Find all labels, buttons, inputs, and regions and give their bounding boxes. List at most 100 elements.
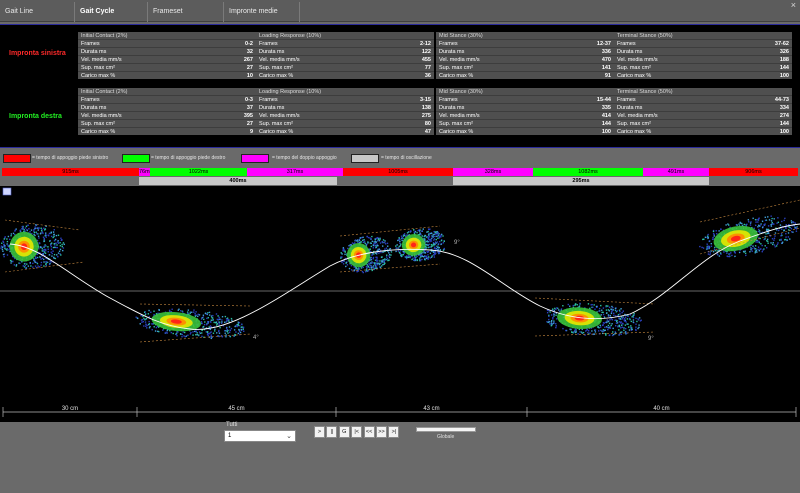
phase-row: Sup. max cm² 144 xyxy=(436,119,614,127)
axis-guide-line xyxy=(139,303,251,307)
phase-title: Mid Stance (30%) xyxy=(439,33,483,39)
footprint-pressure-map xyxy=(135,308,245,340)
distance-label: 40 cm xyxy=(653,406,669,412)
phase-row-label: Carico max % xyxy=(439,129,474,135)
phase-row: Frames 0-2 xyxy=(78,39,256,47)
phase-row-label: Carico max % xyxy=(617,73,652,79)
phase-row: Sup. max cm² 80 xyxy=(256,119,434,127)
last-frame-button[interactable]: >| xyxy=(388,426,400,438)
timeline-segment: 906ms xyxy=(709,168,798,176)
phase-row: Carico max % 10 xyxy=(78,71,256,79)
pause-button[interactable]: || xyxy=(326,426,338,438)
right-foot-phase-table: Terminal Stance (50%) Frames 44-73 Durata m… xyxy=(614,88,792,135)
phase-row-value: 91 xyxy=(604,73,611,79)
phase-row: Durata ms 334 xyxy=(614,103,792,111)
right-foot-phase-table: Mid Stance (30%) Frames 15-44 Durata ms 335 V… xyxy=(436,88,614,135)
steps-select[interactable]: 1 ⌄ xyxy=(224,430,296,442)
fast-forward-button[interactable]: >> xyxy=(376,426,387,438)
right-foot-title: Impronta destra xyxy=(9,113,62,120)
phase-row: Frames 12-37 xyxy=(436,39,614,47)
tab-gait-line[interactable]: Gait Line xyxy=(0,2,75,22)
phase-row: Vel. media mm/s 188 xyxy=(614,55,792,63)
chevron-down-icon: ⌄ xyxy=(286,433,292,440)
phase-row: Carico max % 9 xyxy=(78,127,256,135)
left-foot-phase-table: Initial Contact (2%) Frames 0-2 Durata ms 32… xyxy=(78,32,256,79)
left-foot-phase-table: Terminal Stance (50%) Frames 37-62 Durata m… xyxy=(614,32,792,79)
tab-bar: Gait Line Gait Cycle Frameset Impronte m… xyxy=(0,0,800,22)
phase-row: Sup. max cm² 144 xyxy=(614,119,792,127)
phase-row: Durata ms 336 xyxy=(436,47,614,55)
timeline-swing-segment: 295ms xyxy=(453,177,709,185)
left-foot-title: Impronta sinistra xyxy=(9,50,66,57)
first-frame-button[interactable]: |< xyxy=(351,426,363,438)
phase-title: Terminal Stance (50%) xyxy=(617,33,673,39)
phase-title: Loading Response (10%) xyxy=(259,33,322,39)
phase-row-label: Carico max % xyxy=(617,129,652,135)
distance-label: 45 cm xyxy=(228,406,244,412)
phase-row: Carico max % 47 xyxy=(256,127,434,135)
playback-controls: Tutti 1 ⌄ > || G |< << >> >| Globale xyxy=(0,422,800,493)
play-button[interactable]: > xyxy=(314,426,325,438)
legend-text: = tempo di appoggio piede destro xyxy=(151,155,226,161)
phase-row-value: 100 xyxy=(601,129,611,135)
phase-row-label: Carico max % xyxy=(81,73,116,79)
phase-row: Sup. max cm² 144 xyxy=(614,63,792,71)
timeline-segment: 317ms xyxy=(247,168,343,176)
global-slider[interactable] xyxy=(416,427,476,432)
global-button[interactable]: G xyxy=(338,426,350,438)
phase-row-value: 10 xyxy=(246,73,253,79)
right-foot-phase-table: Initial Contact (2%) Frames 0-3 Durata ms 37… xyxy=(78,88,256,135)
gait-cycle-window: Gait Line Gait Cycle Frameset Impronte m… xyxy=(0,0,800,493)
angle-label: 4° xyxy=(253,335,259,341)
legend-swatch xyxy=(241,154,269,163)
tab-gait-cycle[interactable]: Gait Cycle xyxy=(75,2,148,22)
legend-text: = tempo di oscillazione xyxy=(381,155,432,161)
phase-row: Frames 44-73 xyxy=(614,95,792,103)
phase-row: Carico max % 100 xyxy=(614,71,792,79)
axis-guide-line xyxy=(139,333,251,343)
phase-statistics-panel: Impronta sinistra Impronta destra Initia… xyxy=(0,24,800,148)
axis-guide-line xyxy=(4,261,85,273)
phase-row: Vel. media mm/s 395 xyxy=(78,111,256,119)
timeline-swing-segment: 400ms xyxy=(139,177,337,185)
tab-frameset[interactable]: Frameset xyxy=(148,2,224,22)
phase-row: Carico max % 100 xyxy=(436,127,614,135)
left-foot-phase-table: Mid Stance (30%) Frames 12-37 Durata ms 336 V… xyxy=(436,32,614,79)
phase-row: Durata ms 37 xyxy=(78,103,256,111)
phase-row: Frames 2-12 xyxy=(256,39,434,47)
timeline-segment: 1005ms xyxy=(343,168,453,176)
legend-swatch xyxy=(3,154,31,163)
legend-swatch xyxy=(122,154,150,163)
phase-row: Sup. max cm² 77 xyxy=(256,63,434,71)
right-foot-phase-table: Loading Response (10%) Frames 3-15 Durata m… xyxy=(256,88,434,135)
phase-row: Frames 3-15 xyxy=(256,95,434,103)
phase-title: Initial Contact (2%) xyxy=(81,89,128,95)
phase-row: Vel. media mm/s 470 xyxy=(436,55,614,63)
phase-row: Carico max % 91 xyxy=(436,71,614,79)
phase-row: Durata ms 326 xyxy=(614,47,792,55)
steps-label: Tutti xyxy=(226,422,238,428)
close-icon[interactable]: × xyxy=(791,0,796,10)
phase-row-value: 100 xyxy=(779,129,789,135)
distance-label: 30 cm xyxy=(62,406,78,412)
legend: = tempo di appoggio piede sinistro = temp… xyxy=(0,152,800,166)
phase-row-value: 36 xyxy=(424,73,431,79)
phase-row-value: 47 xyxy=(424,129,431,135)
phase-row: Carico max % 36 xyxy=(256,71,434,79)
legend-text: = tempo di appoggio piede sinistro xyxy=(32,155,109,161)
footprint-pressure-map xyxy=(340,235,393,274)
left-foot-phase-table: Loading Response (10%) Frames 2-12 Durata m… xyxy=(256,32,434,79)
phase-row: Durata ms 32 xyxy=(78,47,256,55)
footprint-visualization: 9° 4° 9° 30 cm 45 cm 43 cm 40 cm xyxy=(0,186,800,422)
phase-row: Sup. max cm² 141 xyxy=(436,63,614,71)
phase-row: Frames 0-3 xyxy=(78,95,256,103)
timeline-segment: 76ms xyxy=(139,168,153,176)
tab-impronte-medie[interactable]: Impronte medie xyxy=(224,2,300,22)
timeline-segment: 328ms xyxy=(453,168,533,176)
phase-row: Sup. max cm² 27 xyxy=(78,119,256,127)
rewind-button[interactable]: << xyxy=(363,426,375,438)
phase-row: Vel. media mm/s 455 xyxy=(256,55,434,63)
angle-label: 9° xyxy=(454,240,460,246)
phase-row-label: Carico max % xyxy=(81,129,116,135)
phase-row-value: 100 xyxy=(779,73,789,79)
